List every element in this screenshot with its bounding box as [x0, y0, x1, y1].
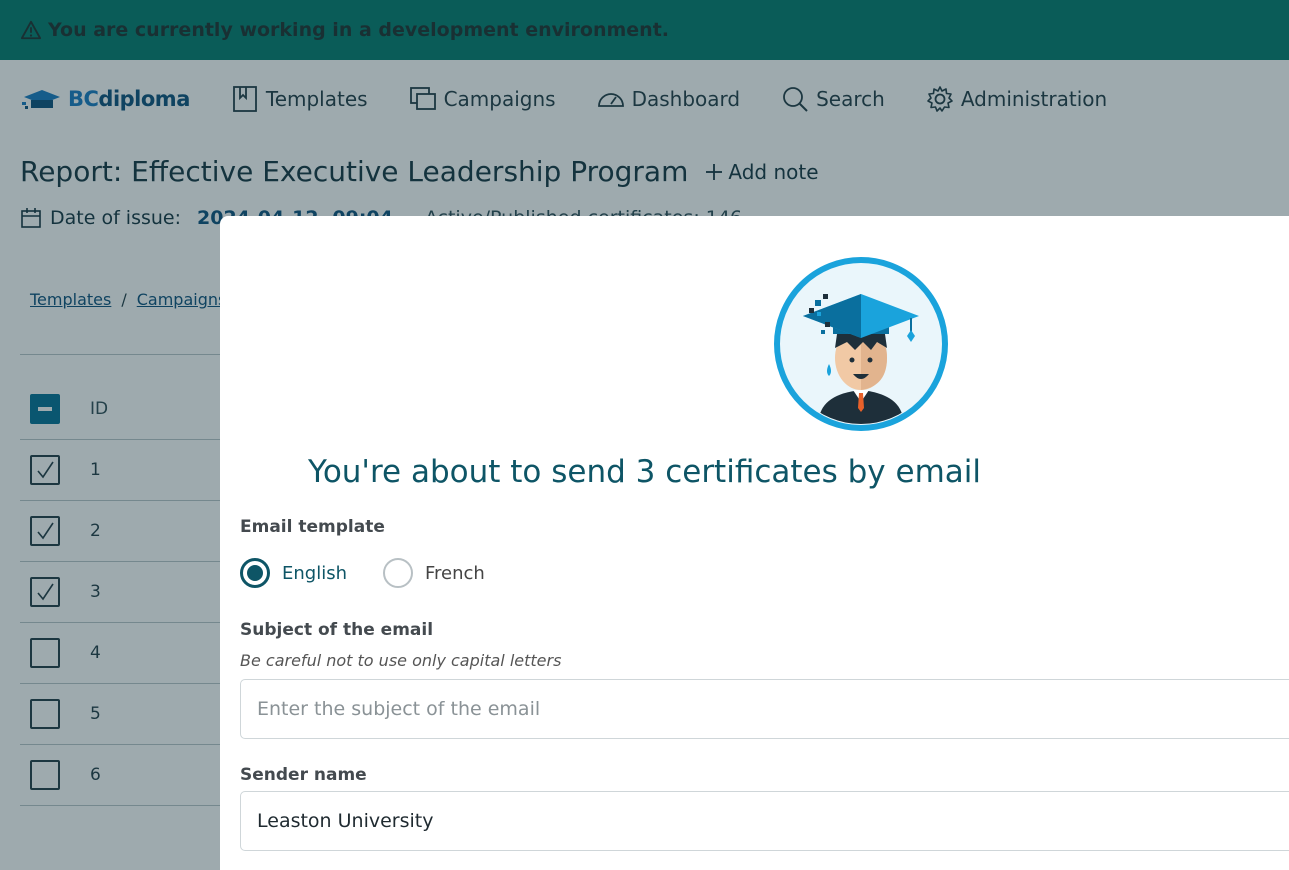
radio-label: English — [282, 562, 347, 584]
sender-name-label: Sender name — [240, 765, 367, 785]
radio-label: French — [425, 562, 485, 584]
email-template-label: Email template — [240, 517, 385, 537]
subject-hint: Be careful not to use only capital lette… — [240, 651, 562, 670]
radio-english[interactable]: English — [240, 558, 347, 588]
subject-input[interactable] — [240, 679, 1289, 739]
radio-french[interactable]: French — [383, 558, 485, 588]
language-radio-group: English French — [240, 558, 485, 588]
send-email-dialog: You're about to send 3 certificates by e… — [220, 216, 1289, 870]
sender-name-input[interactable] — [240, 791, 1289, 851]
dialog-title: You're about to send 3 certificates by e… — [308, 454, 981, 490]
radio-button[interactable] — [383, 558, 413, 588]
radio-button-selected[interactable] — [240, 558, 270, 588]
graduate-illustration-icon — [774, 257, 948, 431]
subject-label: Subject of the email — [240, 620, 434, 640]
